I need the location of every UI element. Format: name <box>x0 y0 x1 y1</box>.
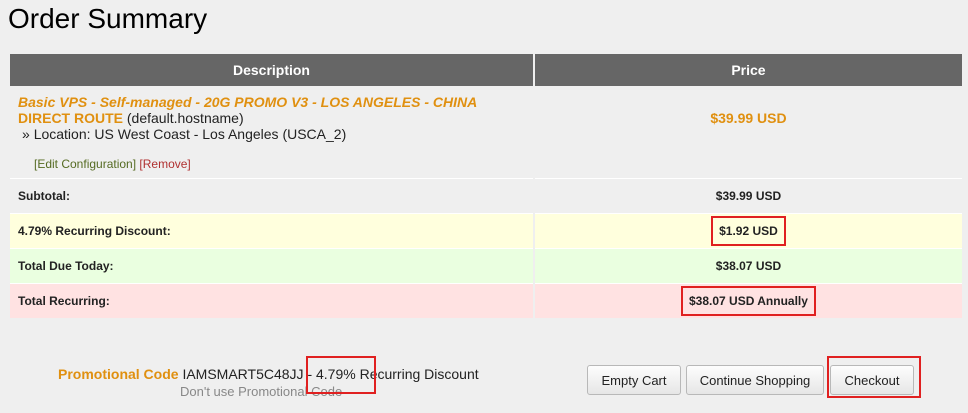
due-today-row: Total Due Today: $38.07 USD <box>10 248 962 283</box>
location-prefix: » <box>22 126 30 142</box>
product-hostname: (default.hostname) <box>126 110 244 126</box>
subtotal-row: Subtotal: $39.99 USD <box>10 178 962 213</box>
recurring-value-cell: $38.07 USD Annually <box>534 283 962 318</box>
subtotal-value: $39.99 USD <box>534 178 962 213</box>
product-name-line2: DIRECT ROUTE <box>18 110 123 126</box>
continue-shopping-button[interactable]: Continue Shopping <box>686 365 824 395</box>
promo-code-line: Promotional Code IAMSMART5C48JJ - 4.79% … <box>58 366 479 382</box>
price-header: Price <box>534 54 962 86</box>
discount-label: 4.79% Recurring Discount: <box>10 213 533 248</box>
due-today-value: $38.07 USD <box>534 248 962 283</box>
empty-cart-button[interactable]: Empty Cart <box>587 365 681 395</box>
discount-row: 4.79% Recurring Discount: $1.92 USD <box>10 213 962 248</box>
recurring-value: $38.07 USD Annually <box>681 286 816 316</box>
order-summary-table: Description Price Basic VPS - Self-manag… <box>8 54 964 318</box>
promo-code-label: Promotional Code <box>58 366 179 382</box>
product-name: Basic VPS - Self-managed - 20G PROMO V3 … <box>18 94 478 110</box>
product-row: Basic VPS - Self-managed - 20G PROMO V3 … <box>10 86 962 178</box>
checkout-highlight-box <box>827 356 921 398</box>
product-description: Basic VPS - Self-managed - 20G PROMO V3 … <box>10 86 533 178</box>
discount-value: $1.92 USD <box>711 216 786 246</box>
recurring-label: Total Recurring: <box>10 283 533 318</box>
remove-link[interactable]: [Remove] <box>139 157 190 171</box>
product-price: $39.99 USD <box>534 86 962 178</box>
subtotal-label: Subtotal: <box>10 178 533 213</box>
due-today-label: Total Due Today: <box>10 248 533 283</box>
description-header: Description <box>10 54 533 86</box>
page-title: Order Summary <box>8 3 208 34</box>
recurring-row: Total Recurring: $38.07 USD Annually <box>10 283 962 318</box>
edit-configuration-link[interactable]: [Edit Configuration] <box>34 157 136 171</box>
promo-highlight-box <box>306 356 376 394</box>
discount-value-cell: $1.92 USD <box>534 213 962 248</box>
product-location: Location: US West Coast - Los Angeles (U… <box>33 126 347 142</box>
